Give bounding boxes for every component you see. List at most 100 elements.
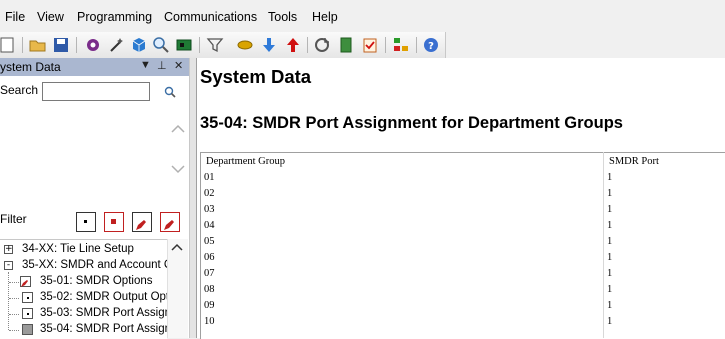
dot-icon (84, 220, 87, 223)
collapse-icon[interactable]: - (4, 261, 13, 270)
tree-scrollbar[interactable] (167, 239, 188, 338)
notebook-icon[interactable] (337, 36, 355, 54)
menu-programming[interactable]: Programming (77, 10, 152, 24)
smdr-port-cell[interactable]: 1 (607, 220, 612, 231)
column-header-smdr-port[interactable]: SMDR Port (609, 156, 659, 167)
smdr-port-cell[interactable]: 1 (607, 316, 612, 327)
department-group-cell: 06 (204, 252, 215, 263)
menu-tools[interactable]: Tools (268, 10, 297, 24)
filter-pencil-button[interactable] (132, 212, 152, 232)
tree-node-label: 34-XX: Tie Line Setup (22, 243, 134, 255)
tree-leaf-selected[interactable]: 35-04: SMDR Port Assignm (0, 322, 167, 338)
refresh-icon[interactable] (313, 36, 331, 54)
panel-title: ystem Data (0, 60, 61, 74)
search-input[interactable] (42, 82, 150, 101)
list-scrollbar[interactable] (168, 108, 188, 192)
tree-node[interactable]: - 35-XX: SMDR and Account Co (0, 258, 167, 274)
wand-icon[interactable] (108, 36, 126, 54)
tree-connector (9, 298, 19, 299)
toolbar: ? (0, 32, 446, 59)
open-folder-icon[interactable] (29, 36, 47, 54)
smdr-port-cell[interactable]: 1 (607, 188, 612, 199)
smdr-port-cell[interactable]: 1 (607, 172, 612, 183)
tree-node-label: 35-02: SMDR Output Optio (40, 291, 167, 303)
tree-node[interactable]: + 34-XX: Tie Line Setup (0, 242, 167, 258)
page-icon (22, 292, 33, 303)
search-results-list[interactable] (0, 108, 167, 192)
checklist-icon[interactable] (361, 36, 379, 54)
board-icon[interactable] (175, 36, 193, 54)
new-document-icon[interactable] (0, 36, 18, 54)
tree-connector (9, 282, 19, 283)
smdr-port-cell[interactable]: 1 (607, 252, 612, 263)
tree-node-label: 35-04: SMDR Port Assignm (40, 323, 167, 335)
key-icon[interactable] (236, 36, 254, 54)
toolbar-separator (385, 37, 386, 53)
svg-text:?: ? (428, 41, 434, 52)
panel-titlebar: ystem Data ▼ ⊥ ✕ (0, 58, 189, 76)
column-divider[interactable] (603, 152, 604, 338)
search-label: Search (0, 83, 39, 97)
filter-icon[interactable] (206, 36, 224, 54)
department-group-cell: 02 (204, 188, 215, 199)
modified-icon (111, 219, 116, 224)
panel-pin-icon[interactable]: ⊥ (157, 59, 167, 72)
tree-leaf[interactable]: 35-03: SMDR Port Assignm (0, 306, 167, 322)
expand-icon[interactable]: + (4, 245, 13, 254)
department-group-cell: 09 (204, 300, 215, 311)
tree-connector (9, 314, 19, 315)
menu-communications[interactable]: Communications (164, 10, 257, 24)
tree-node-label: 35-03: SMDR Port Assignm (40, 307, 167, 319)
help-icon[interactable]: ? (422, 36, 440, 54)
toolbar-separator (22, 37, 23, 53)
department-group-cell: 08 (204, 284, 215, 295)
program-tree: + 34-XX: Tie Line Setup - 35-XX: SMDR an… (0, 239, 167, 339)
tree-icon[interactable] (392, 36, 410, 54)
panel-dropdown-icon[interactable]: ▼ (140, 59, 151, 71)
tree-connector (9, 330, 19, 331)
edited-page-icon (20, 276, 31, 287)
menu-bar: File View Programming Communications Too… (0, 0, 725, 32)
pencil-icon (136, 220, 146, 230)
arrow-down-icon[interactable] (260, 36, 278, 54)
smdr-port-cell[interactable]: 1 (607, 268, 612, 279)
menu-file[interactable]: File (5, 10, 25, 24)
menu-help[interactable]: Help (312, 10, 338, 24)
magnifier-icon[interactable] (152, 36, 170, 54)
gear-icon[interactable] (84, 36, 102, 54)
department-group-cell: 04 (204, 220, 215, 231)
scroll-up-icon[interactable] (171, 243, 183, 251)
search-icon[interactable] (164, 86, 176, 98)
save-icon[interactable] (52, 36, 70, 54)
department-group-cell: 10 (204, 316, 215, 327)
smdr-port-cell[interactable]: 1 (607, 284, 612, 295)
tree-node-label: 35-01: SMDR Options (40, 275, 153, 287)
smdr-port-cell[interactable]: 1 (607, 300, 612, 311)
pencil-icon (164, 220, 174, 230)
scroll-down-icon[interactable] (171, 164, 185, 174)
arrow-up-icon[interactable] (284, 36, 302, 54)
cube-icon[interactable] (130, 36, 148, 54)
tree-node-label: 35-XX: SMDR and Account Co (22, 259, 167, 271)
filter-pencil-red-button[interactable] (160, 212, 180, 232)
page-icon (22, 324, 33, 335)
tree-leaf[interactable]: 35-02: SMDR Output Optio (0, 290, 167, 306)
menu-view[interactable]: View (37, 10, 64, 24)
filter-all-button[interactable] (76, 212, 96, 232)
department-group-cell: 05 (204, 236, 215, 247)
filter-modified-button[interactable] (104, 212, 124, 232)
department-group-cell: 07 (204, 268, 215, 279)
page-icon (22, 308, 33, 319)
tree-leaf[interactable]: 35-01: SMDR Options (0, 274, 167, 290)
filter-label: Filter (0, 212, 27, 226)
column-header-department-group[interactable]: Department Group (206, 156, 285, 167)
smdr-port-cell[interactable]: 1 (607, 236, 612, 247)
page-title: System Data (200, 66, 312, 87)
scroll-up-icon[interactable] (171, 124, 185, 134)
toolbar-separator (76, 37, 77, 53)
smdr-port-cell[interactable]: 1 (607, 204, 612, 215)
department-group-cell: 03 (204, 204, 215, 215)
panel-close-icon[interactable]: ✕ (174, 59, 183, 72)
toolbar-separator (307, 37, 308, 53)
data-grid: Department Group SMDR Port 01 1 02 1 03 … (200, 152, 725, 339)
